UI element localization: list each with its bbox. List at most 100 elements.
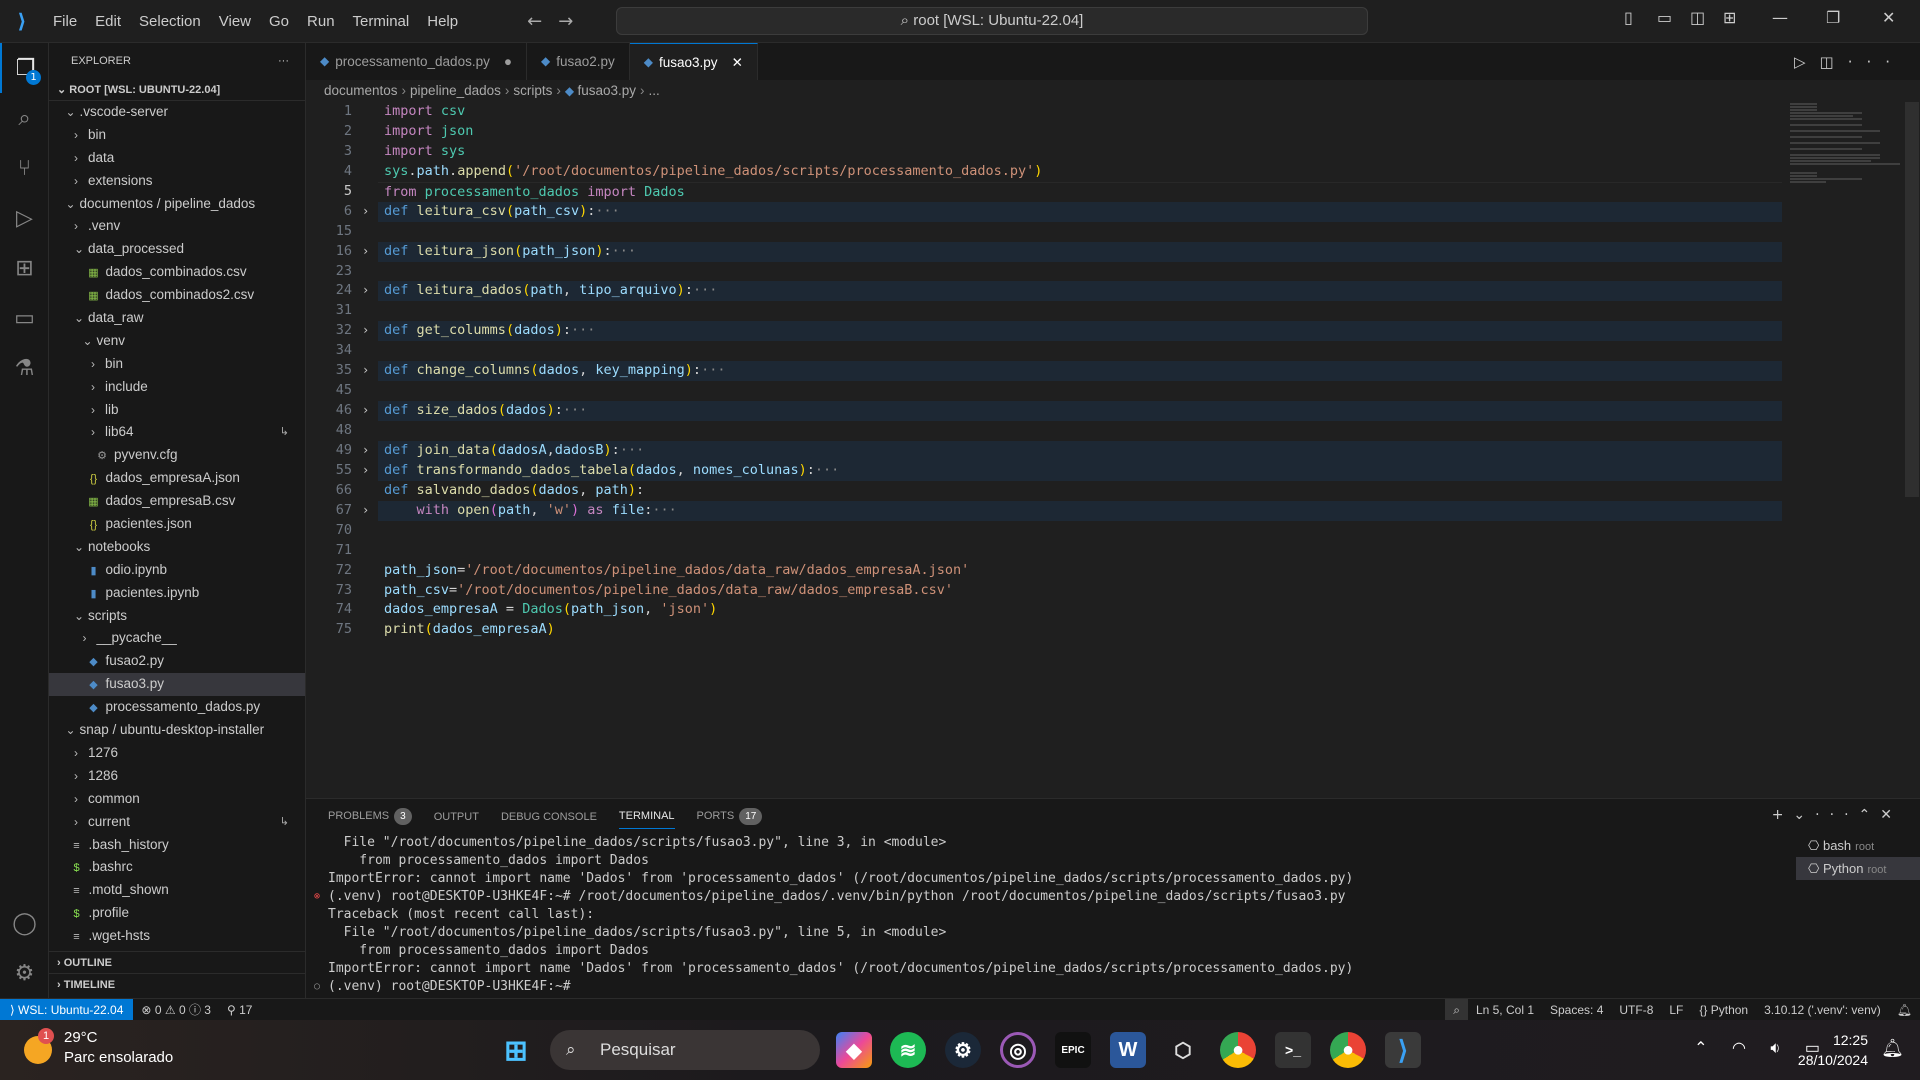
tree-item[interactable]: ⌄ data_raw: [49, 307, 305, 330]
steam-icon[interactable]: ⚙: [945, 1032, 981, 1068]
fold-chevron-icon[interactable]: ›: [362, 441, 369, 461]
tree-item[interactable]: › __pycache__: [49, 627, 305, 650]
tree-item[interactable]: › bin: [49, 124, 305, 147]
tree-item[interactable]: ≡ .bash_history: [49, 834, 305, 857]
panel-tab-terminal[interactable]: TERMINAL: [618, 810, 675, 829]
copilot-icon[interactable]: ◆: [836, 1032, 872, 1068]
tree-item[interactable]: ◆ processamento_dados.py: [49, 696, 305, 719]
end-of-line[interactable]: LF: [1661, 1003, 1691, 1017]
settings-gear-icon[interactable]: ⚙: [0, 948, 49, 998]
tree-item[interactable]: ⌄ venv: [49, 330, 305, 353]
menu-edit[interactable]: Edit: [86, 13, 130, 30]
menu-run[interactable]: Run: [298, 13, 344, 30]
remote-indicator[interactable]: ⟩ WSL: Ubuntu-22.04: [0, 998, 134, 1021]
terminal-output[interactable]: File "/root/documentos/pipeline_dados/sc…: [306, 834, 1776, 996]
fold-chevron-icon[interactable]: ›: [362, 281, 369, 301]
python-interpreter[interactable]: 3.10.12 ('.venv': venv): [1756, 1003, 1889, 1017]
spotify-icon[interactable]: ≋: [890, 1032, 926, 1068]
notifications-bell-icon[interactable]: 🔔︎: [1889, 1003, 1920, 1017]
code-line[interactable]: 67 › with open(path, 'w') as file:···: [306, 500, 1782, 521]
fold-chevron-icon[interactable]: ›: [362, 202, 369, 222]
tree-item[interactable]: ▮ pacientes.ipynb: [49, 582, 305, 605]
new-terminal-icon[interactable]: +⌄: [1772, 807, 1815, 823]
run-icon[interactable]: ▷: [1794, 53, 1820, 71]
menu-view[interactable]: View: [210, 13, 260, 30]
code-line[interactable]: 1 import csv: [306, 102, 1782, 122]
terminal-app-icon[interactable]: >_: [1275, 1032, 1311, 1068]
unity-icon[interactable]: ⬡: [1165, 1032, 1201, 1068]
code-editor[interactable]: 1 import csv 2 import json 3 import sys 4 sys.p…: [306, 102, 1782, 798]
fold-chevron-icon[interactable]: ›: [362, 321, 369, 341]
breadcrumb-item[interactable]: scripts: [513, 83, 552, 98]
code-line[interactable]: 35 › def change_columns(dados, key_mapping…: [306, 361, 1782, 382]
customize-layout-icon[interactable]: ⊞: [1723, 8, 1736, 27]
fold-chevron-icon[interactable]: ›: [362, 361, 369, 381]
source-control-icon[interactable]: ⑂: [0, 143, 49, 193]
tree-item[interactable]: ▦ dados_empresaB.csv: [49, 490, 305, 513]
cursor-position[interactable]: Ln 5, Col 1: [1468, 1003, 1542, 1017]
command-decoration-icon[interactable]: ○: [314, 978, 320, 996]
toggle-secondary-sidebar-icon[interactable]: ◫: [1690, 8, 1705, 27]
tree-item[interactable]: › data: [49, 147, 305, 170]
menu-terminal[interactable]: Terminal: [344, 13, 419, 30]
code-line[interactable]: 71: [306, 541, 1782, 561]
epic-games-icon[interactable]: EPIC: [1055, 1032, 1091, 1068]
extensions-icon[interactable]: ⊞: [0, 243, 49, 293]
code-line[interactable]: 24 › def leitura_dados(path, tipo_arquivo)…: [306, 281, 1782, 302]
close-panel-icon[interactable]: ✕: [1880, 807, 1902, 823]
panel-tab-ports[interactable]: PORTS 17: [697, 808, 763, 825]
explorer-icon[interactable]: ❐ 1: [0, 43, 49, 93]
remote-explorer-icon[interactable]: ▭: [0, 293, 49, 343]
maximize-panel-icon[interactable]: ⌃: [1859, 807, 1881, 823]
tree-item[interactable]: ⌄ data_processed: [49, 238, 305, 261]
terminal-instance-bash[interactable]: ⎔ bash root: [1796, 834, 1920, 857]
problems-status[interactable]: ⊗ 0 ⚠ 0 ⓘ 3: [133, 1001, 219, 1018]
split-editor-icon[interactable]: ◫: [1820, 53, 1848, 71]
tree-item[interactable]: › include: [49, 376, 305, 399]
indentation[interactable]: Spaces: 4: [1542, 1003, 1611, 1017]
code-line[interactable]: 73 path_csv='/root/documentos/pipeline_da…: [306, 581, 1782, 601]
tree-item[interactable]: ▮ odio.ipynb: [49, 559, 305, 582]
tree-item[interactable]: ≡ .wget-hsts: [49, 925, 305, 948]
restore-button[interactable]: ❐: [1826, 8, 1840, 27]
tab-processamento-dados-py[interactable]: ◆ processamento_dados.py ●: [306, 43, 527, 80]
tree-item[interactable]: ⌄ documentos / pipeline_dados: [49, 193, 305, 216]
tree-item[interactable]: › 1276: [49, 742, 305, 765]
ports-status[interactable]: ⚲ 17: [219, 1003, 260, 1017]
tree-item[interactable]: › current ↳: [49, 811, 305, 834]
panel-tab-problems[interactable]: PROBLEMS 3: [328, 808, 412, 825]
code-line[interactable]: 74 dados_empresaA = Dados(path_json, 'jso…: [306, 600, 1782, 620]
tree-item[interactable]: ≡ .motd_shown: [49, 879, 305, 902]
tree-item[interactable]: {} pacientes.json: [49, 513, 305, 536]
code-line[interactable]: 34: [306, 341, 1782, 361]
zoom-search-icon[interactable]: ⌕: [1445, 998, 1468, 1021]
back-arrow-icon[interactable]: ←: [527, 11, 542, 32]
fold-chevron-icon[interactable]: ›: [362, 401, 369, 421]
tree-item[interactable]: ⚙ pyvenv.cfg: [49, 444, 305, 467]
code-line[interactable]: 6 › def leitura_csv(path_csv):···: [306, 201, 1782, 222]
toggle-sidebar-icon[interactable]: ▯: [1624, 8, 1633, 27]
more-icon[interactable]: ···: [1815, 807, 1858, 823]
code-line[interactable]: 31: [306, 301, 1782, 321]
code-line[interactable]: 5 from processamento_dados import Dados: [306, 181, 1782, 204]
tree-item[interactable]: $ .bashrc: [49, 856, 305, 879]
testing-flask-icon[interactable]: ⚗: [0, 343, 49, 393]
more-icon[interactable]: ···: [1848, 53, 1904, 71]
editor-scrollbar[interactable]: [1905, 102, 1919, 497]
tree-item[interactable]: › lib64 ↳: [49, 421, 305, 444]
weather-widget[interactable]: 1 29°C Parc ensolarado: [24, 1028, 173, 1068]
code-line[interactable]: 49 › def join_data(dadosA,dadosB):···: [306, 440, 1782, 461]
language-mode[interactable]: {} Python: [1691, 1003, 1756, 1017]
menu-help[interactable]: Help: [418, 13, 467, 30]
minimap[interactable]: [1790, 102, 1905, 183]
code-line[interactable]: 55 › def transformando_dados_tabela(dados,…: [306, 460, 1782, 481]
vscode-taskbar-icon[interactable]: ⟩: [1385, 1032, 1421, 1068]
root-folder[interactable]: ⌄ ROOT [WSL: UBUNTU-22.04]: [49, 79, 305, 101]
command-center[interactable]: ⌕ root [WSL: Ubuntu-22.04]: [616, 7, 1368, 35]
tree-item[interactable]: › extensions: [49, 170, 305, 193]
code-line[interactable]: 32 › def get_columms(dados):···: [306, 321, 1782, 342]
tree-item[interactable]: ⌄ snap / ubuntu-desktop-installer: [49, 719, 305, 742]
run-debug-icon[interactable]: ▷: [0, 193, 49, 243]
tab-fusao3-py[interactable]: ◆ fusao3.py ✕: [629, 43, 758, 80]
code-line[interactable]: 46 › def size_dados(dados):···: [306, 401, 1782, 422]
